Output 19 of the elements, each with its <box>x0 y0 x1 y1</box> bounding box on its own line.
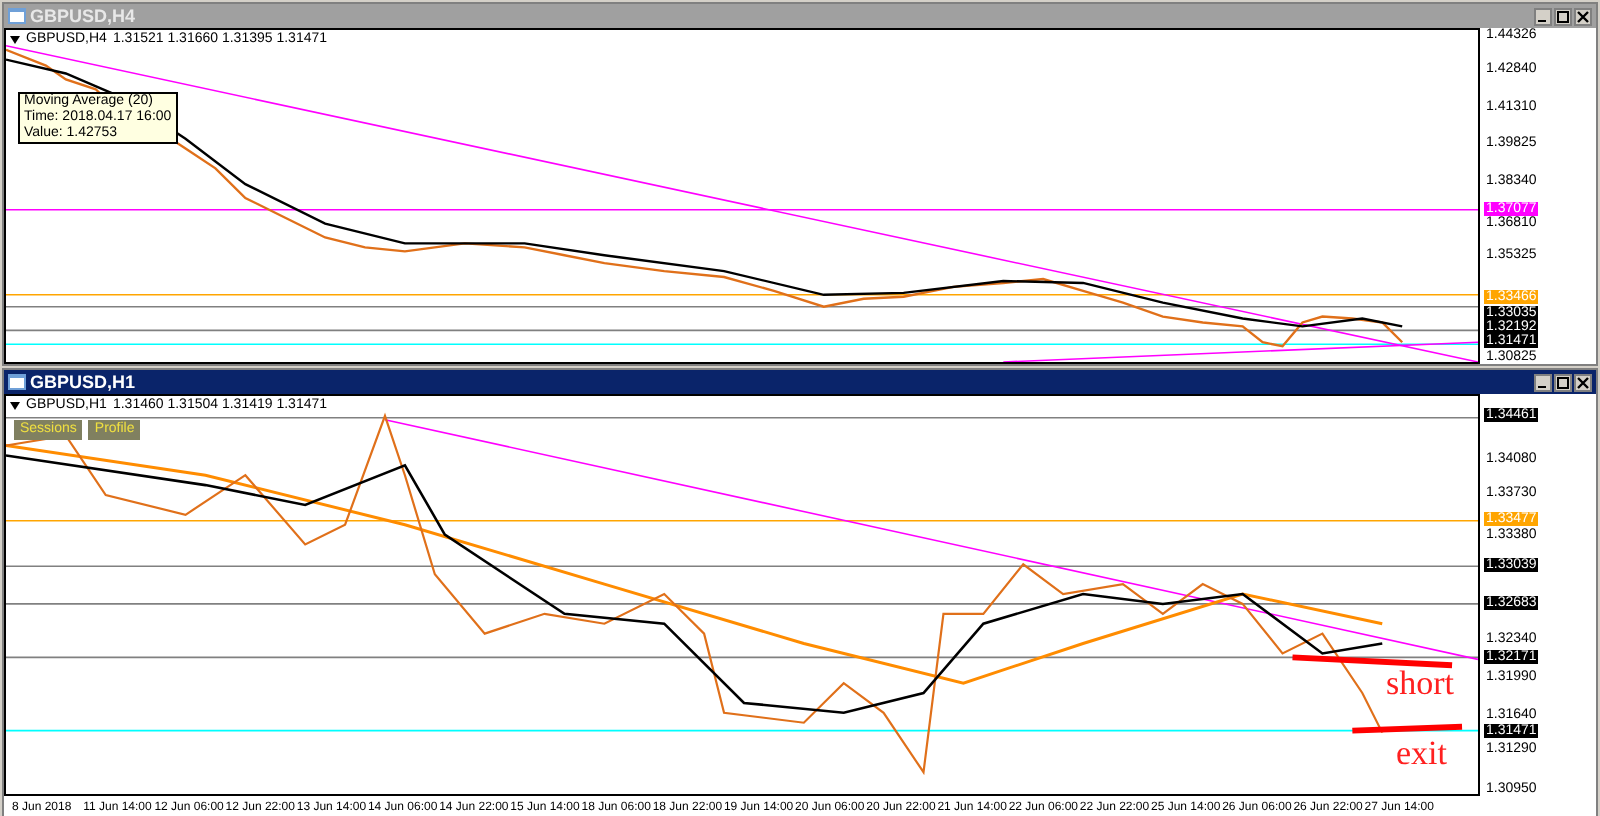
chart-annotation: short <box>1386 666 1454 702</box>
maximize-icon <box>1556 9 1570 23</box>
chart-window-icon <box>8 374 26 390</box>
close-button[interactable] <box>1574 373 1592 391</box>
chart-annotation: exit <box>1396 736 1447 772</box>
close-icon <box>1576 375 1590 389</box>
window-title: GBPUSD,H4 <box>30 6 136 26</box>
maximize-button[interactable] <box>1554 7 1572 25</box>
marker-line <box>1352 723 1463 734</box>
minimize-button[interactable] <box>1534 373 1552 391</box>
dropdown-arrow-icon[interactable] <box>10 36 20 44</box>
maximize-button[interactable] <box>1554 373 1572 391</box>
dropdown-arrow-icon[interactable] <box>10 402 20 410</box>
chart-window-icon <box>8 8 26 24</box>
close-button[interactable] <box>1574 7 1592 25</box>
minimize-button[interactable] <box>1534 7 1552 25</box>
close-icon <box>1576 9 1590 23</box>
window-title: GBPUSD,H1 <box>30 372 136 392</box>
maximize-icon <box>1556 375 1570 389</box>
